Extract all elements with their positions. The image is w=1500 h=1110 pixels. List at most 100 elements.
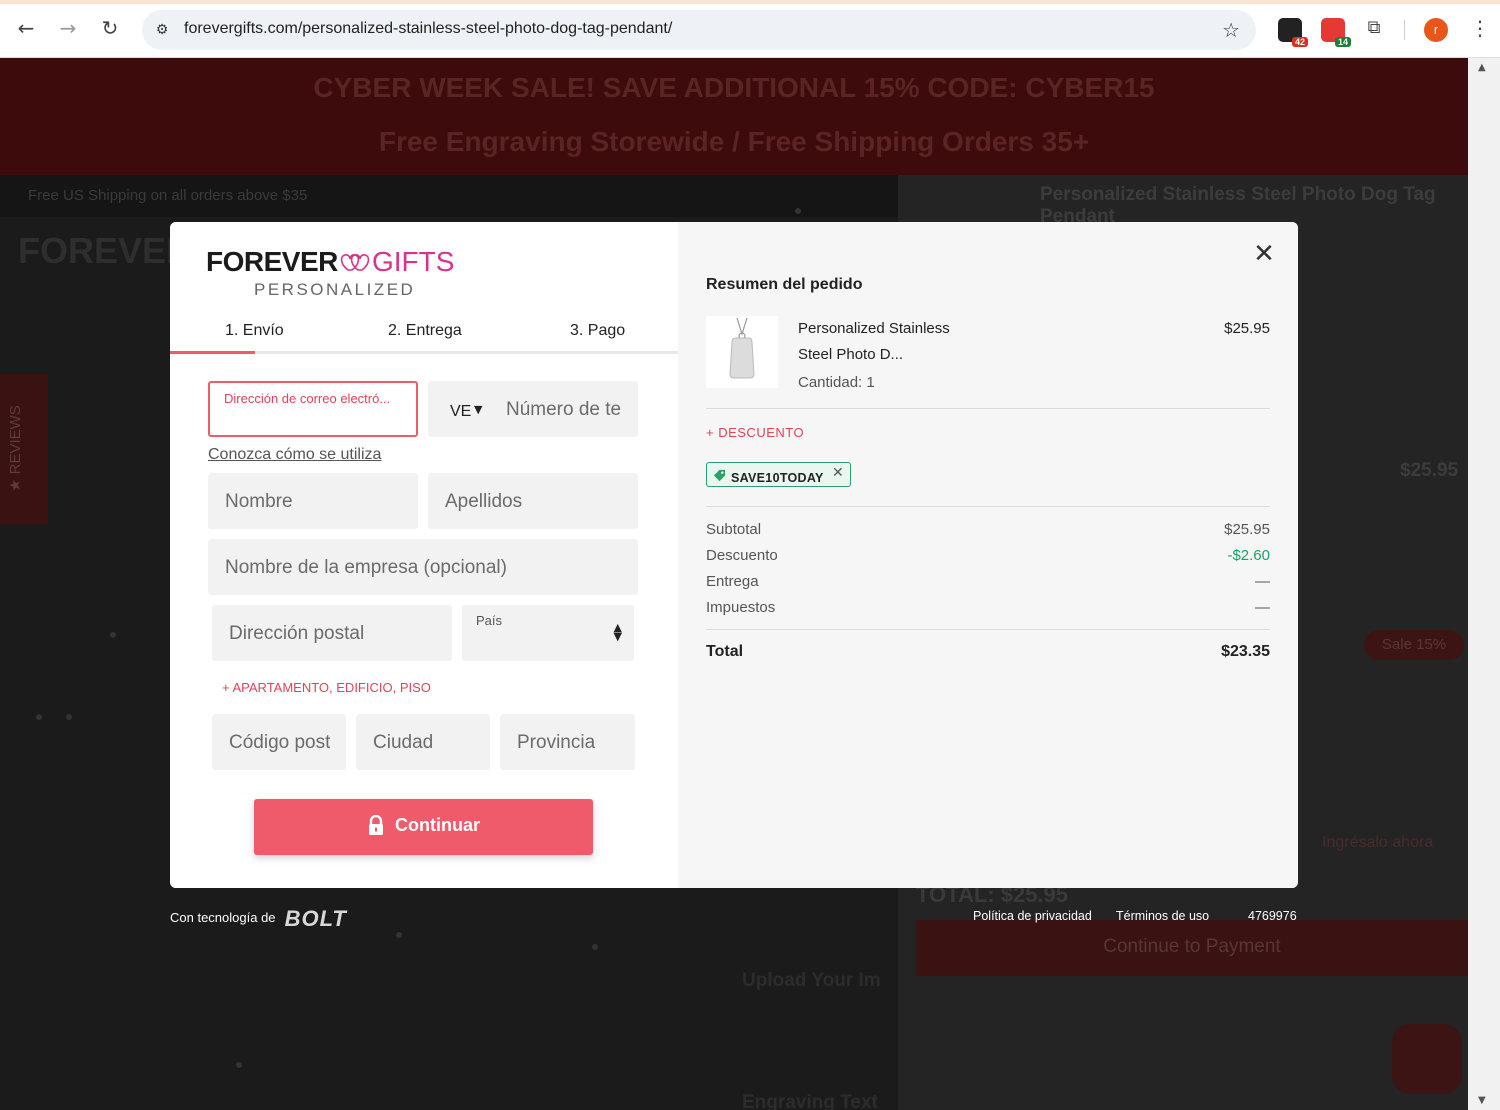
phone-field[interactable]: VE ▼ Número de te [428,381,638,437]
last-name-field[interactable]: Apellidos [428,473,638,529]
subtotal-value: $25.95 [1224,521,1270,538]
order-summary-panel: Resumen del pedido Personalized Stainles… [678,222,1298,888]
checkout-steps: 1. Envío 2. Entrega 3. Pago [170,318,678,354]
shipping-note: Free US Shipping on all orders above $35 [28,187,308,204]
postal-code-field[interactable]: Código post [212,714,346,770]
bg-continue-payment-button[interactable]: Continue to Payment [916,920,1468,976]
discount-label: Descuento [706,547,778,564]
site-settings-icon[interactable]: ⚙ [150,18,174,42]
bg-dot [36,714,42,720]
address-field[interactable]: Dirección postal [212,605,452,661]
add-apartment-link[interactable]: + APARTAMENTO, EDIFICIO, PISO [222,680,431,695]
bg-dot [396,932,402,938]
profile-avatar[interactable]: r [1424,18,1448,42]
total-value: $23.35 [1221,643,1270,660]
first-name-field[interactable]: Nombre [208,473,418,529]
promo-line-1: CYBER WEEK SALE! SAVE ADDITIONAL 15% COD… [313,72,1155,103]
product-name-line-2: Steel Photo D... [798,346,904,363]
logo-tagline: PERSONALIZED [254,280,416,299]
bg-dot [795,208,801,214]
address-placeholder: Dirección postal [229,623,365,644]
step-delivery[interactable]: 2. Entrega [388,322,462,340]
tag-icon [713,469,726,482]
step-payment[interactable]: 3. Pago [570,322,625,340]
step-shipping[interactable]: 1. Envío [225,322,284,340]
lock-icon [369,815,383,835]
province-placeholder: Provincia [517,732,596,753]
promo-banner: CYBER WEEK SALE! SAVE ADDITIONAL 15% COD… [0,58,1468,175]
logo-gifts: GIFTS [372,246,455,277]
order-summary-title: Resumen del pedido [706,276,863,293]
company-placeholder: Nombre de la empresa (opcional) [225,557,507,578]
reviews-tab-label: ★ REVIEWS [7,405,24,492]
product-quantity: Cantidad: 1 [798,374,875,391]
product-thumbnail [706,316,778,388]
continue-button-label: Continuar [395,815,480,835]
bg-price: $25.95 [1400,460,1459,481]
bg-dot [66,714,72,720]
taxes-label: Impuestos [706,599,776,616]
hearts-logo-icon [340,254,370,271]
country-select[interactable]: País ▲ ▼ [462,605,634,661]
province-field[interactable]: Provincia [500,714,635,770]
reference-id: 4769976 [1248,909,1297,923]
extensions-puzzle-icon[interactable]: ⧉ [1362,16,1386,40]
extension-icon-1[interactable]: 42 [1278,18,1308,47]
coupon-code: SAVE10TODAY [731,471,824,485]
total-label: Total [706,643,744,660]
reload-icon[interactable]: ↻ [98,16,122,40]
store-logo: FOREVER GIFTS PERSONALIZED [206,246,456,306]
bookmark-star-icon[interactable]: ☆ [1222,18,1240,42]
bg-continue-payment-label: Continue to Payment [1103,936,1281,957]
address-bar[interactable]: ⚙ forevergifts.com/personalized-stainles… [142,10,1256,50]
country-select-label: País [476,613,503,628]
scroll-up-arrow-icon[interactable]: ▲ [1478,62,1486,73]
forward-arrow-icon[interactable]: → [56,16,80,40]
browser-menu-icon[interactable]: ⋮ [1470,16,1490,40]
bg-dot [592,944,598,950]
email-field-label: Dirección de correo electró... [224,391,391,406]
page-scrollbar[interactable]: ▲ ▼ [1468,58,1500,1110]
terms-of-use-link[interactable]: Términos de uso [1116,909,1209,923]
active-step-indicator [170,351,255,354]
scroll-down-arrow-icon[interactable]: ▼ [1478,1095,1486,1106]
applied-coupon-chip: SAVE10TODAY ✕ [706,462,851,487]
continue-button[interactable]: Continuar [254,799,593,855]
shipping-form-panel: FOREVER GIFTS PERSONALIZED 1. Envío 2. E… [170,222,678,888]
powered-by-text: Con tecnología de [170,910,276,925]
delivery-label: Entrega [706,573,759,590]
divider [706,629,1270,630]
privacy-policy-link[interactable]: Política de privacidad [973,909,1092,923]
bg-engraving-label: Engraving Text [742,1092,878,1110]
product-name-line-1: Personalized Stainless [798,320,950,337]
promo-line-2: Free Engraving Storewide / Free Shipping… [378,126,1090,157]
phone-country-code[interactable]: VE [450,403,471,421]
shipping-notice-bar: Free US Shipping on all orders above $35 [0,175,898,217]
logo-forever: FOREVER [206,246,338,277]
toolbar-divider [1404,20,1405,40]
divider [706,506,1270,507]
divider [706,408,1270,409]
extension-icon-2[interactable]: 14 [1321,18,1351,47]
close-icon[interactable]: ✕ [1250,240,1278,268]
bg-product-title: Personalized Stainless Steel Photo Dog T… [1040,184,1436,222]
reviews-tab[interactable]: ★ REVIEWS [0,374,48,524]
dog-tag-product-image [729,317,755,379]
remove-coupon-icon[interactable]: ✕ [832,465,844,481]
learn-how-used-link[interactable]: Conozca cómo se utiliza [208,446,381,464]
checkout-modal: FOREVER GIFTS PERSONALIZED 1. Envío 2. E… [170,222,1298,888]
bg-ingresalo-link[interactable]: Ingrésalo ahora [1322,834,1433,852]
url-text[interactable]: forevergifts.com/personalized-stainless-… [184,20,672,38]
add-discount-link[interactable]: + DESCUENTO [706,425,804,440]
company-field[interactable]: Nombre de la empresa (opcional) [208,539,638,595]
city-placeholder: Ciudad [373,732,434,753]
bolt-logo[interactable]: BOLT [285,906,347,931]
country-dropdown-caret-icon[interactable]: ▼ [474,403,482,416]
extension-badge-2: 14 [1334,37,1351,47]
back-arrow-icon[interactable]: ← [14,16,38,40]
email-field[interactable]: Dirección de correo electró... [208,381,418,437]
browser-toolbar: ← → ↻ ⚙ forevergifts.com/personalized-st… [0,0,1500,58]
chat-widget-button[interactable] [1392,1024,1462,1094]
product-price: $25.95 [1224,320,1270,337]
city-field[interactable]: Ciudad [356,714,490,770]
